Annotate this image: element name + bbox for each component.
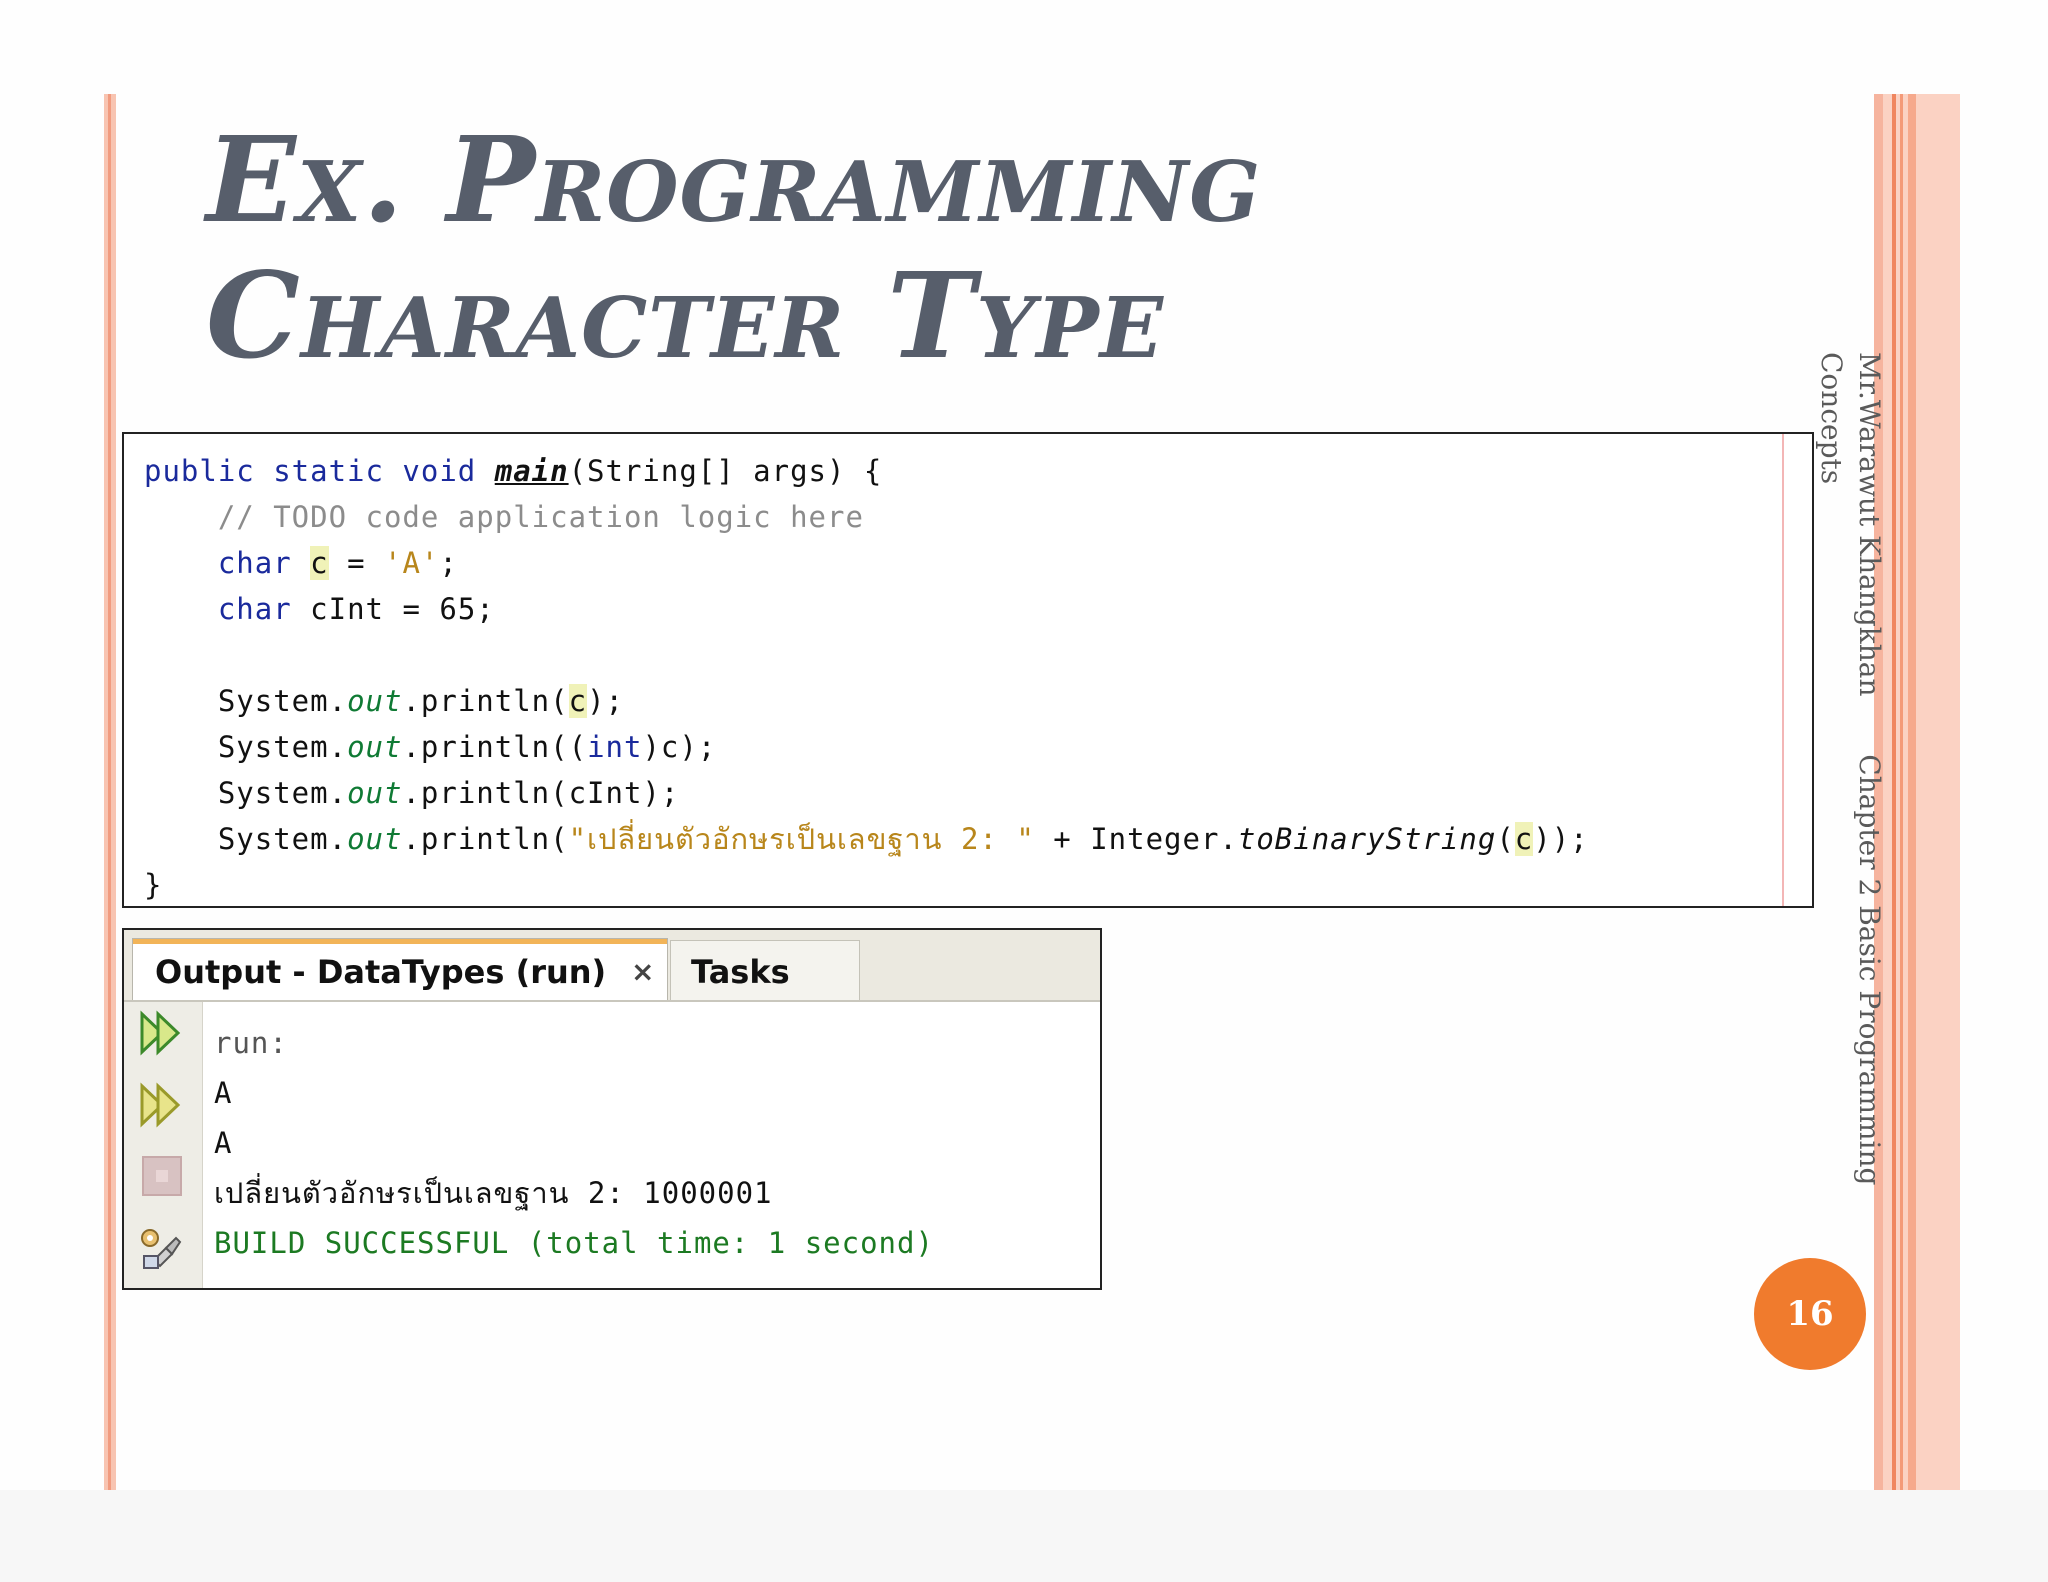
output-line: run:: [214, 1026, 288, 1060]
output-console: run: A A เปลี่ยนตัวอักษรเป็นเลขฐาน 2: 10…: [214, 1018, 934, 1268]
settings-icon[interactable]: [136, 1224, 186, 1274]
stop-icon[interactable]: [142, 1156, 182, 1196]
code-text: cInt = 65;: [291, 592, 495, 626]
margin-guide-line: [1782, 434, 1784, 906]
code-method: toBinaryString: [1237, 822, 1497, 856]
right-decor-stripe: [1900, 94, 1903, 1490]
code-string: 'A': [384, 546, 440, 580]
tab-tasks-label: Tasks: [691, 953, 790, 991]
slide: Ex. Programming Character Type Mr.Warawu…: [0, 0, 2048, 1582]
title-line-1: Ex. Programming: [206, 110, 1262, 249]
slide-title: Ex. Programming Character Type: [206, 112, 1806, 384]
right-decor-stripe: [1908, 94, 1916, 1490]
output-window-screenshot: Output - DataTypes (run) × Tasks run: A …: [122, 928, 1102, 1290]
output-tab-bar: Output - DataTypes (run) × Tasks: [124, 930, 1100, 1002]
code-method-main: main: [494, 454, 569, 488]
tab-tasks[interactable]: Tasks: [670, 940, 860, 1000]
author-name: Mr.Warawut Khangkhan: [1853, 352, 1886, 697]
code-text: (String[] args) {: [568, 454, 883, 488]
page-number-badge: 16: [1754, 1258, 1866, 1370]
code-field-out: out: [347, 776, 403, 810]
code-screenshot: public static void main(String[] args) {…: [122, 432, 1814, 908]
right-decor-stripe: [1892, 94, 1896, 1490]
left-decor-line: [108, 94, 111, 1490]
output-line: A: [214, 1126, 233, 1160]
bottom-shade: [0, 1490, 2048, 1582]
code-keyword: int: [587, 730, 643, 764]
run-again-icon[interactable]: [136, 1008, 186, 1058]
code-var-highlight: c: [1514, 822, 1534, 856]
code-field-out: out: [347, 822, 403, 856]
code-string: "เปลี่ยนตัวอักษรเป็นเลขฐาน 2: ": [568, 822, 1035, 856]
code-field-out: out: [347, 730, 403, 764]
code-keyword: public static void: [144, 454, 495, 488]
tab-output-label: Output - DataTypes (run): [155, 953, 607, 991]
tab-output[interactable]: Output - DataTypes (run) ×: [132, 938, 668, 1000]
rerun-icon[interactable]: [136, 1080, 186, 1130]
close-icon[interactable]: ×: [631, 955, 654, 988]
output-line: A: [214, 1076, 233, 1110]
output-line: เปลี่ยนตัวอักษรเป็นเลขฐาน 2: 1000001: [214, 1176, 773, 1210]
code-var-highlight: c: [310, 546, 329, 580]
code-listing: public static void main(String[] args) {…: [144, 454, 1589, 902]
code-field-out: out: [347, 684, 403, 718]
code-var-highlight: c: [568, 684, 588, 718]
output-toolbar: [124, 1002, 203, 1288]
side-footer: Mr.Warawut Khangkhan Chapter 2 Basic Pro…: [1808, 352, 1888, 1232]
code-comment: // TODO code application logic here: [144, 500, 864, 534]
code-keyword: char: [217, 592, 292, 626]
title-line-2: Character Type: [206, 246, 1164, 385]
build-status-line: BUILD SUCCESSFUL (total time: 1 second): [214, 1226, 934, 1260]
code-keyword: char: [217, 546, 292, 580]
